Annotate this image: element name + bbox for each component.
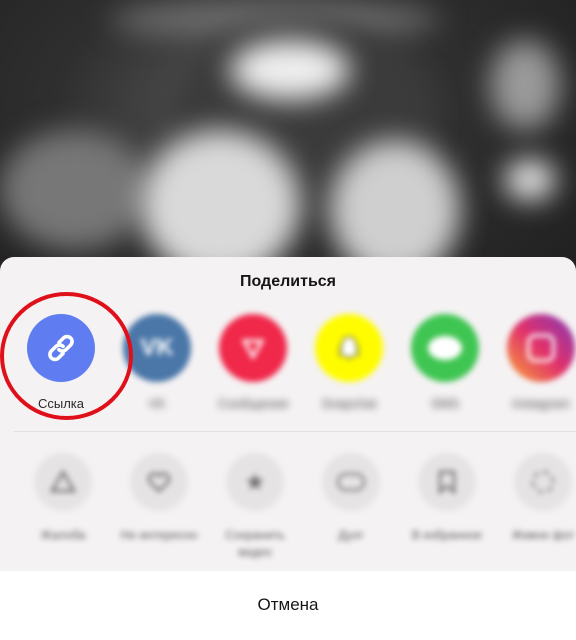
duet-button[interactable]: Дуэт [303,453,399,544]
video-background [0,0,576,300]
action-label: Живое фот [511,528,575,542]
live-photo-icon [514,453,572,511]
share-label: Snapchat [321,396,377,411]
share-label: Instagram [512,396,570,411]
share-label: VK [148,396,166,411]
sms-icon [411,314,479,382]
share-sms-button[interactable]: SMS [400,314,490,411]
action-label: Сохранить видео [225,528,285,559]
instagram-icon [507,314,575,382]
vk-icon: VK [123,314,191,382]
divider [14,431,576,432]
share-label: SMS [430,396,460,411]
not-interested-button[interactable]: Не интересно [111,453,207,544]
add-to-favorites-button[interactable]: В избранное [399,453,495,544]
duet-icon [322,453,380,511]
sheet-title: Поделиться [239,273,337,290]
share-messages-button[interactable]: Сообщения [208,314,298,411]
snapchat-icon [315,314,383,382]
broken-heart-icon [130,453,188,511]
save-video-button[interactable]: ★ Сохранить видео [207,453,303,561]
link-icon [27,314,95,382]
share-label: Ссылка [37,396,85,411]
share-sheet: Поделиться Ссылка VK VK Сообщения Snapch… [0,257,576,571]
action-label: Дуэт [338,528,364,542]
report-button[interactable]: Жалоба [15,453,111,544]
share-vk-button[interactable]: VK VK [112,314,202,411]
share-instagram-button[interactable]: Instagram [496,314,576,411]
live-photo-button[interactable]: Живое фот [495,453,576,544]
share-label: Сообщения [217,396,289,411]
share-snapchat-button[interactable]: Snapchat [304,314,394,411]
cancel-button[interactable]: Отмена [188,589,388,621]
warning-icon [34,453,92,511]
cancel-bar: Отмена [0,571,576,640]
action-label: В избранное [411,528,483,542]
action-label: Жалоба [40,528,86,542]
messages-icon [219,314,287,382]
action-label: Не интересно [120,528,198,542]
bookmark-icon [418,453,476,511]
save-star-icon: ★ [226,453,284,511]
share-link-button[interactable]: Ссылка [16,314,106,411]
